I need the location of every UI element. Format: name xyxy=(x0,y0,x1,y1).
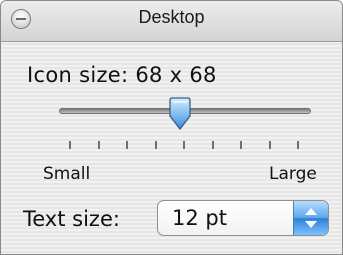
slider-tick xyxy=(268,141,271,149)
slider-tick xyxy=(69,141,71,149)
text-size-label: Text size: xyxy=(23,207,120,231)
slider-tick xyxy=(183,141,185,149)
slider-tick xyxy=(126,141,128,149)
slider-tick xyxy=(97,141,100,149)
slider-tick xyxy=(154,141,157,149)
slider-tick xyxy=(211,141,214,149)
icon-size-slider-thumb[interactable] xyxy=(167,97,193,131)
window-title: Desktop xyxy=(138,7,205,27)
slider-tick xyxy=(297,141,299,149)
slider-tick xyxy=(240,141,242,149)
icon-size-label: Icon size: 68 x 68 xyxy=(27,63,217,87)
desktop-window: Desktop Icon size: 68 x 68 Small Large T… xyxy=(0,0,343,255)
slider-max-label: Large xyxy=(269,164,317,184)
up-down-arrows-glyph xyxy=(305,208,317,228)
slider-min-label: Small xyxy=(43,164,91,184)
titlebar[interactable]: Desktop xyxy=(1,1,342,42)
text-size-popup[interactable]: 12 pt xyxy=(157,200,329,236)
text-size-value: 12 pt xyxy=(172,206,227,230)
up-down-arrows-icon[interactable] xyxy=(293,201,328,235)
slider-ticks xyxy=(1,141,342,153)
